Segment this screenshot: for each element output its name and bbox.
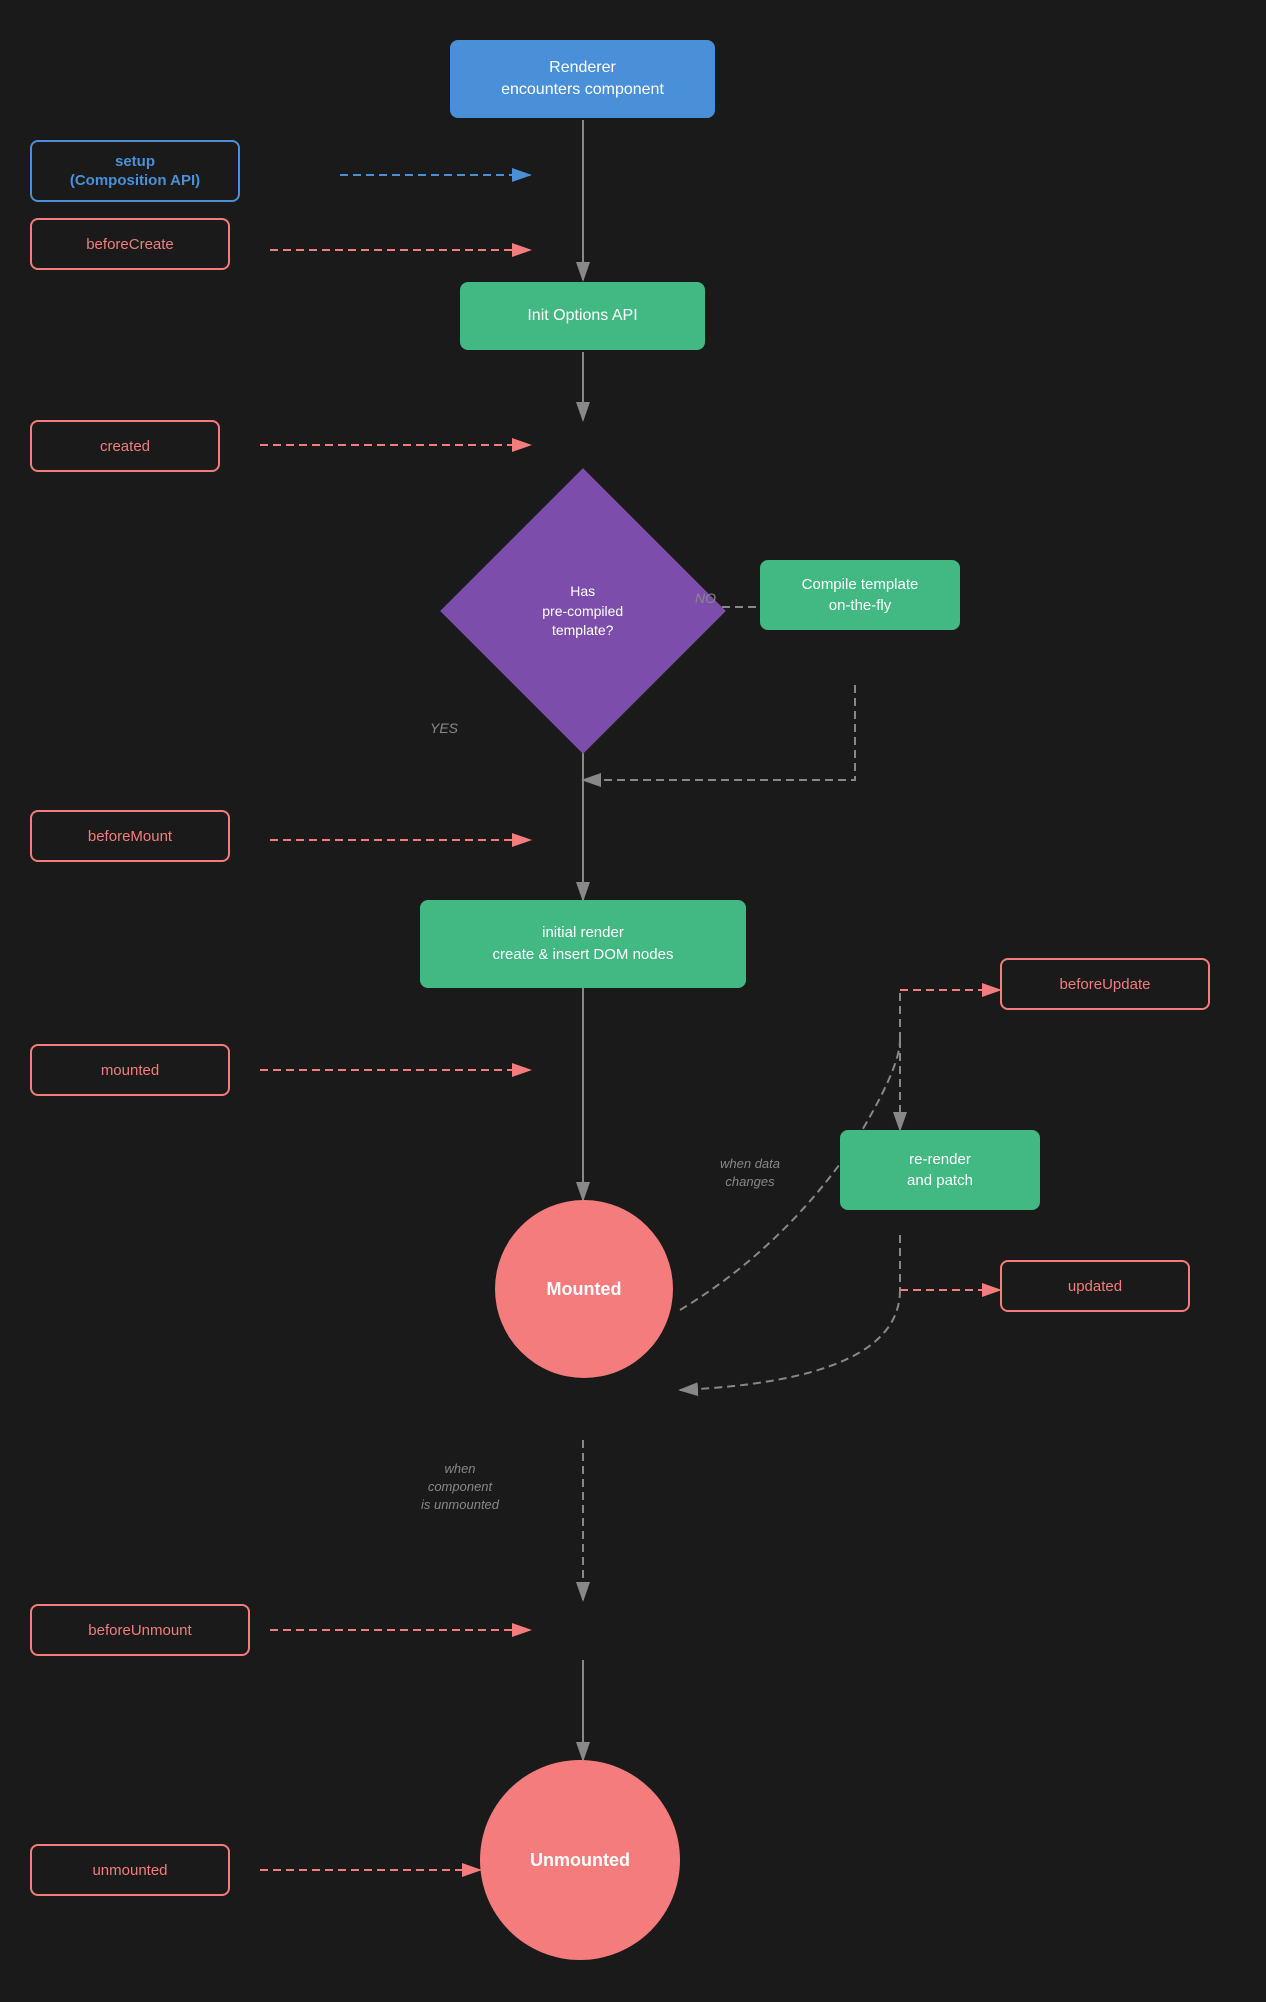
compile-template-node: Compile template on-the-fly: [760, 560, 960, 630]
updated-node: updated: [1000, 1260, 1190, 1312]
beforeupdate-node: beforeUpdate: [1000, 958, 1210, 1010]
unmounted-circle: Unmounted: [480, 1760, 680, 1960]
has-template-node: Has pre-compiled template?: [440, 468, 726, 754]
initial-render-node: initial render create & insert DOM nodes: [420, 900, 746, 988]
no-label: NO: [695, 590, 716, 606]
beforecreate-node: beforeCreate: [30, 218, 230, 270]
setup-node: setup (Composition API): [30, 140, 240, 202]
renderer-node: Renderer encounters component: [450, 40, 715, 118]
diagram-container: Renderer encounters component setup (Com…: [0, 0, 1266, 2002]
beforeunmount-node: beforeUnmount: [30, 1604, 250, 1656]
when-unmounted-label: when component is unmounted: [390, 1460, 530, 1515]
mounted-circle: Mounted: [495, 1200, 673, 1378]
rerender-patch-node: re-render and patch: [840, 1130, 1040, 1210]
when-data-changes-label: when data changes: [690, 1155, 810, 1191]
yes-label: YES: [430, 720, 458, 736]
beforemount-node: beforeMount: [30, 810, 230, 862]
mounted-hook-node: mounted: [30, 1044, 230, 1096]
unmounted-hook-node: unmounted: [30, 1844, 230, 1896]
init-options-node: Init Options API: [460, 282, 705, 350]
created-node: created: [30, 420, 220, 472]
